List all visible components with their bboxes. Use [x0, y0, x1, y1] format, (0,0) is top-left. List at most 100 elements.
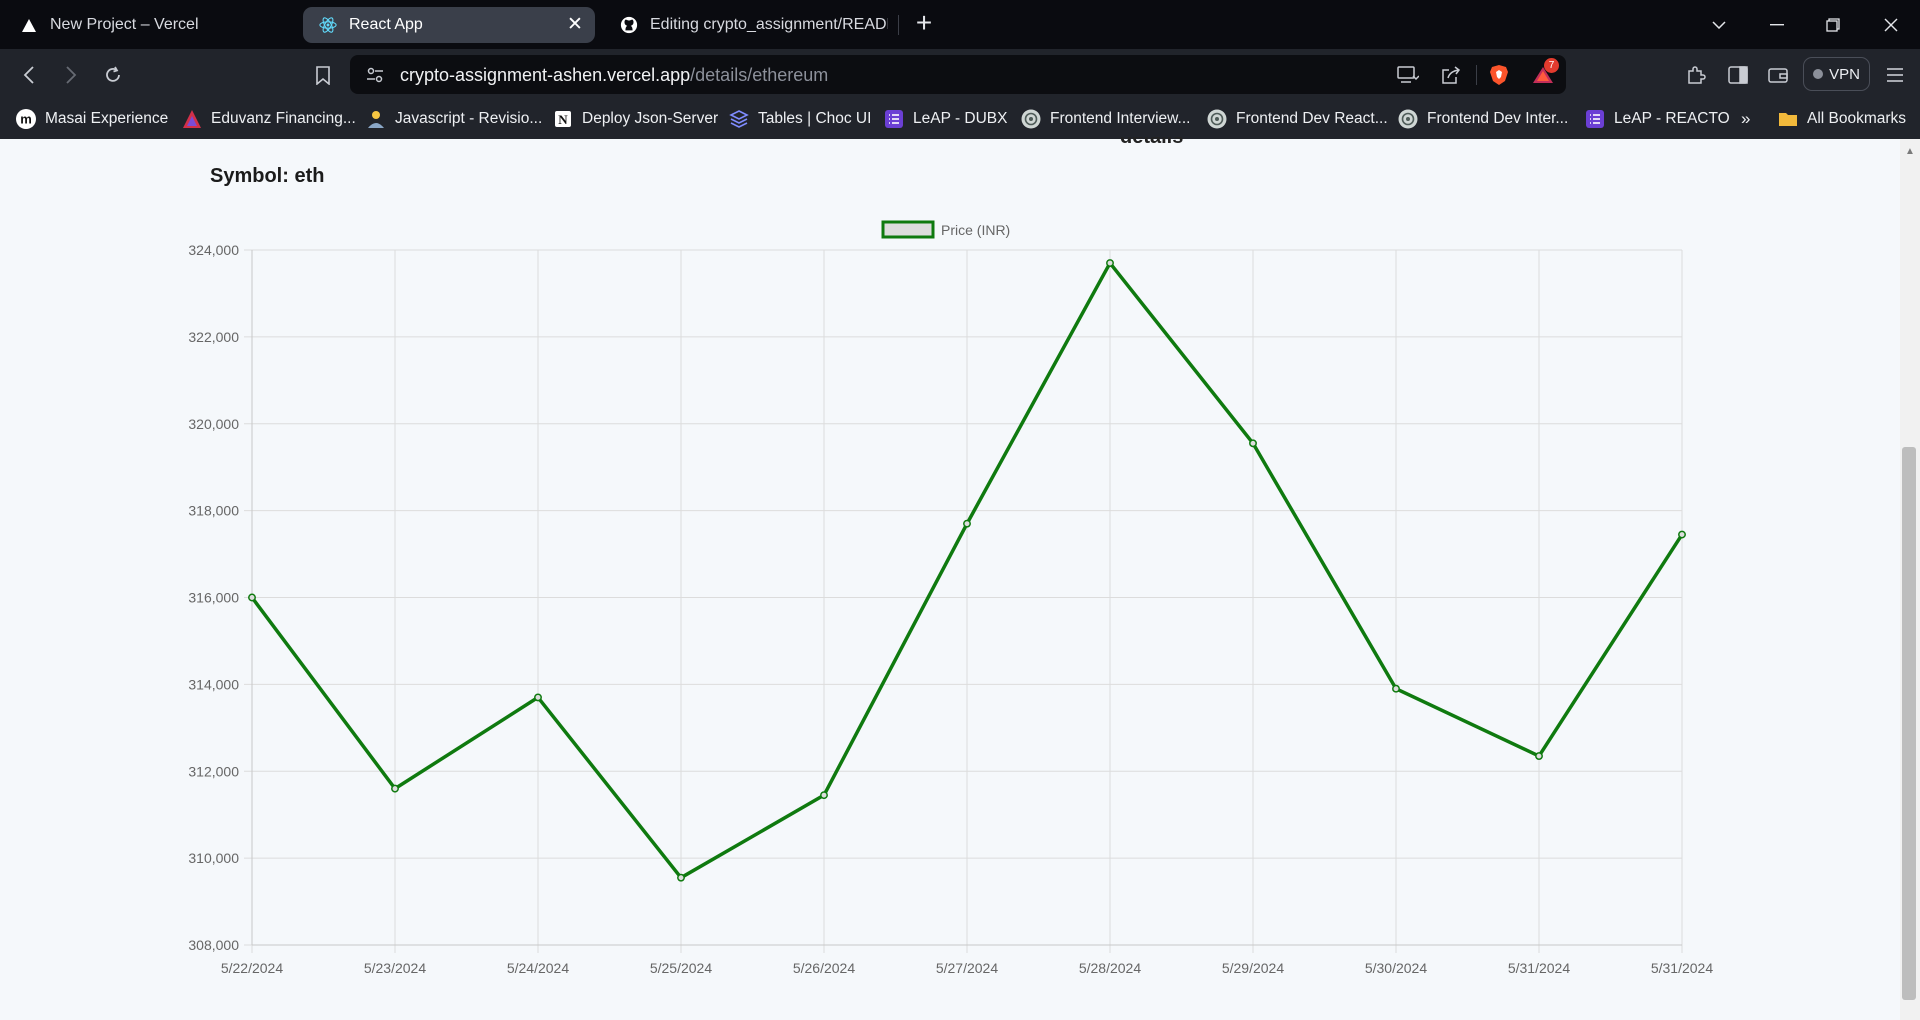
github-icon — [620, 16, 638, 34]
x-tick-label: 5/26/2024 — [793, 960, 855, 976]
bookmark-label: Frontend Interview... — [1050, 110, 1191, 127]
vpn-button[interactable]: VPN — [1803, 57, 1870, 91]
browser-toolbar: crypto-assignment-ashen.vercel.app/detai… — [0, 49, 1920, 101]
share-icon[interactable] — [1438, 62, 1464, 88]
all-bookmarks-label: All Bookmarks — [1807, 110, 1907, 127]
sidebar-toggle-icon[interactable] — [1725, 62, 1751, 88]
bookmarks-overflow-button[interactable]: » — [1741, 107, 1750, 131]
site-settings-icon[interactable] — [362, 62, 388, 88]
legend-swatch — [881, 220, 935, 239]
bookmark-leap-reacto[interactable]: LeAP - REACTO — [1585, 107, 1730, 131]
bookmark-javascript-revision[interactable]: Javascript - Revisio... — [366, 107, 542, 131]
bookmark-frontend-dev-interview[interactable]: Frontend Dev Inter... — [1398, 107, 1568, 131]
bookmark-label: LeAP - DUBX — [913, 110, 1008, 127]
tab-title: React App — [349, 16, 423, 33]
price-line-chart: 308,000 310,000 312,000 314,000 316,000 318,0… — [188, 220, 1713, 976]
x-tick-label: 5/30/2024 — [1365, 960, 1427, 976]
data-point — [1678, 530, 1686, 539]
all-bookmarks-button[interactable]: All Bookmarks — [1778, 107, 1906, 131]
bookmark-label: LeAP - REACTO — [1614, 110, 1730, 127]
tab-search-chevron-icon[interactable] — [1706, 12, 1732, 38]
forward-arrow-icon[interactable] — [58, 62, 84, 88]
x-tick-label: 5/31/2024 — [1651, 960, 1713, 976]
x-tick-label: 5/25/2024 — [650, 960, 712, 976]
list-icon — [884, 109, 904, 129]
rewards-badge: 7 — [1544, 58, 1559, 73]
bookmark-label: Masai Experience — [45, 110, 169, 127]
y-tick-label: 316,000 — [188, 590, 239, 606]
tab-title: New Project – Vercel — [50, 16, 199, 33]
tab-title: Editing crypto_assignment/README.md — [650, 16, 888, 33]
chatgpt-icon — [1207, 109, 1227, 129]
url-text: crypto-assignment-ashen.vercel.app/detai… — [400, 65, 828, 86]
bookmark-label: Frontend Dev Inter... — [1427, 110, 1569, 127]
svg-text:m: m — [20, 112, 32, 127]
tab-separator — [898, 15, 899, 35]
x-tick-label: 5/29/2024 — [1222, 960, 1284, 976]
x-tick-label: 5/27/2024 — [936, 960, 998, 976]
legend-label: Price (INR) — [941, 222, 1010, 238]
new-tab-button[interactable]: + — [911, 9, 937, 37]
brave-shields-icon[interactable] — [1486, 62, 1512, 88]
data-point — [1535, 752, 1543, 760]
chatgpt-icon — [1021, 109, 1041, 129]
y-tick-label: 324,000 — [188, 242, 239, 258]
page-viewport: details Symbol: eth 308,000310,000312,00… — [0, 137, 1900, 1020]
reload-icon[interactable] — [100, 62, 126, 88]
install-app-icon[interactable] — [1395, 62, 1421, 88]
address-bar[interactable]: crypto-assignment-ashen.vercel.app/detai… — [350, 55, 1566, 94]
x-tick-label: 5/28/2024 — [1079, 960, 1141, 976]
tab-github[interactable]: Editing crypto_assignment/README.md — [604, 7, 894, 43]
url-host: crypto-assignment-ashen.vercel.app — [400, 65, 691, 85]
chatgpt-icon — [1398, 109, 1418, 129]
scroll-up-arrow-icon[interactable]: ▲ — [1904, 147, 1916, 157]
wallet-icon[interactable] — [1765, 62, 1791, 88]
restore-icon[interactable] — [1820, 12, 1846, 38]
back-arrow-icon[interactable] — [16, 62, 42, 88]
data-point — [391, 784, 399, 793]
data-point — [534, 693, 542, 702]
menu-icon[interactable] — [1882, 62, 1908, 88]
bookmark-leap-dubx[interactable]: LeAP - DUBX — [884, 107, 1007, 131]
bookmark-label: Deploy Json-Server — [582, 110, 719, 127]
data-point — [963, 519, 971, 528]
x-tick-label: 5/22/2024 — [221, 960, 283, 976]
close-tab-icon[interactable]: ✕ — [565, 15, 585, 35]
data-point — [820, 791, 828, 800]
layers-icon — [729, 109, 749, 129]
data-point — [1249, 439, 1257, 448]
vpn-label: VPN — [1829, 65, 1860, 83]
bookmark-tables-choc-ui[interactable]: Tables | Choc UI — [729, 107, 871, 131]
y-tick-label: 308,000 — [188, 937, 239, 953]
x-tick-label: 5/31/2024 — [1508, 960, 1570, 976]
scrollbar-thumb[interactable] — [1902, 447, 1916, 1000]
tab-vercel[interactable]: New Project – Vercel — [4, 7, 294, 43]
bookmark-eduvanz[interactable]: Eduvanz Financing... — [182, 107, 356, 131]
page-scrollbar[interactable]: ▲ — [1900, 139, 1920, 1020]
vercel-icon — [20, 16, 38, 34]
folder-icon — [1778, 109, 1798, 129]
y-tick-label: 320,000 — [188, 416, 239, 432]
tab-react-app[interactable]: React App ✕ — [303, 7, 595, 43]
minimize-icon[interactable] — [1764, 12, 1790, 38]
bookmark-frontend-dev-react[interactable]: Frontend Dev React... — [1207, 107, 1388, 131]
bookmark-masai-experience[interactable]: m Masai Experience — [16, 107, 168, 131]
close-window-icon[interactable] — [1878, 12, 1904, 38]
bookmark-deploy-json-server[interactable]: N Deploy Json-Server — [553, 107, 718, 131]
react-icon — [319, 16, 337, 34]
bookmarks-bar: m Masai Experience Eduvanz Financing... … — [0, 101, 1920, 139]
x-axis-tick-labels: 5/22/2024 5/23/2024 5/24/2024 5/25/2024 5/26… — [221, 960, 1713, 976]
data-point — [677, 873, 685, 882]
chart-legend: Price (INR) — [881, 220, 1010, 239]
extensions-icon[interactable] — [1683, 62, 1709, 88]
person-icon — [366, 109, 386, 129]
data-point — [1106, 259, 1114, 267]
y-axis-tick-labels: 308,000 310,000 312,000 314,000 316,000 318,0… — [188, 242, 239, 953]
list-icon — [1585, 109, 1605, 129]
bookmark-label: Javascript - Revisio... — [395, 110, 543, 127]
bookmark-frontend-interview[interactable]: Frontend Interview... — [1021, 107, 1190, 131]
y-tick-label: 322,000 — [188, 329, 239, 345]
bookmark-icon[interactable] — [310, 62, 336, 88]
tab-strip: New Project – Vercel React App ✕ Editing… — [0, 0, 1920, 49]
data-point — [1392, 684, 1400, 693]
